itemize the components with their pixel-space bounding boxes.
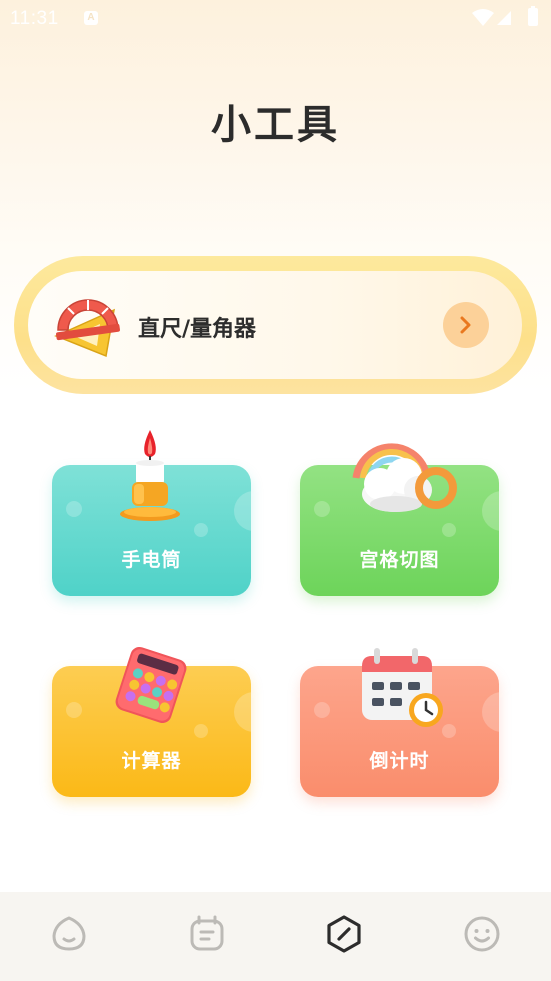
tool-label-calculator: 计算器 — [121, 750, 182, 772]
rainbow-cloud-icon — [352, 443, 457, 512]
compass-tools-icon — [327, 915, 361, 953]
a-letter-icon: A — [84, 11, 98, 25]
status-time: 11:31 — [10, 8, 59, 29]
featured-tool-label: 直尺/量角器 — [138, 317, 257, 342]
smiley-profile-icon — [464, 916, 500, 952]
nav-item-profile[interactable] — [462, 914, 502, 954]
calculator-icon — [115, 646, 187, 724]
ruler-protractor-icon — [54, 299, 120, 358]
candle-flashlight-icon — [120, 430, 180, 521]
bottom-nav — [0, 892, 551, 981]
tool-label-countdown: 倒计时 — [369, 750, 430, 772]
wifi-icon — [472, 9, 494, 26]
battery-icon — [528, 6, 538, 26]
nav-item-tools[interactable] — [324, 914, 364, 954]
status-bar: 11:31 A — [0, 0, 551, 36]
home-face-icon — [52, 916, 86, 951]
page-title: 小工具 — [211, 102, 340, 148]
tool-label-flashlight: 手电筒 — [121, 549, 182, 571]
notes-icon — [190, 915, 224, 951]
nav-item-notes[interactable] — [187, 914, 227, 954]
calendar-clock-icon — [362, 648, 443, 727]
featured-open-button[interactable] — [443, 302, 489, 348]
nav-item-home[interactable] — [49, 914, 89, 954]
chevron-right-icon — [460, 316, 471, 334]
signal-icon — [497, 11, 511, 25]
tool-label-grid-cut: 宫格切图 — [359, 549, 440, 571]
